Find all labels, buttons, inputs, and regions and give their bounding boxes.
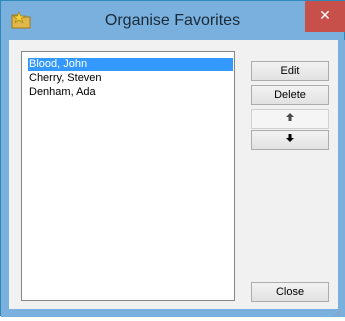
window-title: Organise Favorites [104,12,241,29]
organise-favorites-window: Organise Favorites ✕ Blood, John Cherry,… [0,0,345,317]
folder-star-icon [9,8,33,32]
favorites-list-item[interactable]: Denham, Ada [28,86,233,99]
arrow-up-icon [285,112,295,125]
title-bar[interactable]: Organise Favorites ✕ [1,1,345,40]
move-down-button[interactable] [251,130,329,150]
window-frame-right [338,40,345,317]
close-window-button[interactable]: ✕ [305,1,345,32]
favorites-list-item[interactable]: Blood, John [28,58,233,71]
delete-button[interactable]: Delete [251,85,329,105]
move-up-button[interactable] [251,109,329,129]
favorites-list-item[interactable]: Cherry, Steven [28,72,233,85]
favorites-listbox[interactable]: Blood, John Cherry, Steven Denham, Ada [21,51,235,301]
window-frame-left [1,40,9,317]
edit-button[interactable]: Edit [251,61,329,81]
resize-grip-icon[interactable] [332,303,340,316]
close-button[interactable]: Close [251,282,329,302]
arrow-down-icon [285,133,295,146]
close-icon: ✕ [319,8,331,24]
